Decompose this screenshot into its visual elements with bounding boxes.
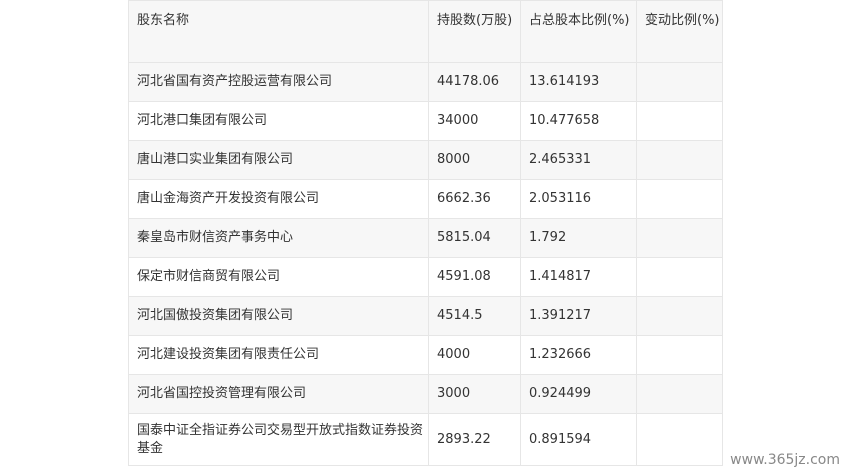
- cell-pct: 1.232666: [520, 335, 637, 375]
- cell-shares: 34000: [428, 101, 521, 141]
- cell-change: [636, 335, 723, 375]
- site-watermark: www.365jz.com: [730, 452, 840, 468]
- header-share-percentage: 占总股本比例(%): [520, 0, 637, 63]
- cell-name: 唐山港口实业集团有限公司: [128, 140, 429, 180]
- cell-name: 秦皇岛市财信资产事务中心: [128, 218, 429, 258]
- cell-name: 国泰中证全指证券公司交易型开放式指数证券投资基金: [128, 413, 429, 466]
- cell-name: 河北省国控投资管理有限公司: [128, 374, 429, 414]
- header-shareholder-name: 股东名称: [128, 0, 429, 63]
- header-change-percentage: 变动比例(%): [636, 0, 723, 63]
- cell-change: [636, 374, 723, 414]
- table-row: 河北省国控投资管理有限公司 3000 0.924499: [128, 374, 723, 414]
- table-row: 唐山港口实业集团有限公司 8000 2.465331: [128, 140, 723, 180]
- cell-change: [636, 101, 723, 141]
- table-row: 河北建设投资集团有限责任公司 4000 1.232666: [128, 335, 723, 375]
- cell-name: 保定市财信商贸有限公司: [128, 257, 429, 297]
- cell-shares: 4591.08: [428, 257, 521, 297]
- table-row: 国泰中证全指证券公司交易型开放式指数证券投资基金 2893.22 0.89159…: [128, 413, 723, 466]
- cell-change: [636, 179, 723, 219]
- cell-name: 河北港口集团有限公司: [128, 101, 429, 141]
- table-row: 唐山金海资产开发投资有限公司 6662.36 2.053116: [128, 179, 723, 219]
- cell-pct: 2.465331: [520, 140, 637, 180]
- cell-shares: 8000: [428, 140, 521, 180]
- cell-name: 河北国傲投资集团有限公司: [128, 296, 429, 336]
- cell-shares: 3000: [428, 374, 521, 414]
- cell-name: 唐山金海资产开发投资有限公司: [128, 179, 429, 219]
- table-row: 河北国傲投资集团有限公司 4514.5 1.391217: [128, 296, 723, 336]
- cell-change: [636, 296, 723, 336]
- cell-shares: 6662.36: [428, 179, 521, 219]
- cell-pct: 0.891594: [520, 413, 637, 466]
- cell-pct: 13.614193: [520, 62, 637, 102]
- cell-pct: 2.053116: [520, 179, 637, 219]
- cell-change: [636, 257, 723, 297]
- cell-pct: 1.414817: [520, 257, 637, 297]
- cell-pct: 1.792: [520, 218, 637, 258]
- cell-change: [636, 218, 723, 258]
- table-row: 保定市财信商贸有限公司 4591.08 1.414817: [128, 257, 723, 297]
- shareholder-table: 股东名称 持股数(万股) 占总股本比例(%) 变动比例(%) 河北省国有资产控股…: [128, 0, 723, 466]
- table-header-row: 股东名称 持股数(万股) 占总股本比例(%) 变动比例(%): [128, 0, 723, 63]
- table-row: 河北港口集团有限公司 34000 10.477658: [128, 101, 723, 141]
- cell-pct: 1.391217: [520, 296, 637, 336]
- cell-change: [636, 140, 723, 180]
- cell-pct: 0.924499: [520, 374, 637, 414]
- cell-shares: 4514.5: [428, 296, 521, 336]
- cell-change: [636, 413, 723, 466]
- page: 股东名称 持股数(万股) 占总股本比例(%) 变动比例(%) 河北省国有资产控股…: [0, 0, 850, 474]
- cell-shares: 4000: [428, 335, 521, 375]
- cell-shares: 44178.06: [428, 62, 521, 102]
- cell-pct: 10.477658: [520, 101, 637, 141]
- cell-name: 河北建设投资集团有限责任公司: [128, 335, 429, 375]
- cell-shares: 5815.04: [428, 218, 521, 258]
- table-row: 秦皇岛市财信资产事务中心 5815.04 1.792: [128, 218, 723, 258]
- table-row: 河北省国有资产控股运营有限公司 44178.06 13.614193: [128, 62, 723, 102]
- cell-name: 河北省国有资产控股运营有限公司: [128, 62, 429, 102]
- cell-change: [636, 62, 723, 102]
- header-shares: 持股数(万股): [428, 0, 521, 63]
- cell-shares: 2893.22: [428, 413, 521, 466]
